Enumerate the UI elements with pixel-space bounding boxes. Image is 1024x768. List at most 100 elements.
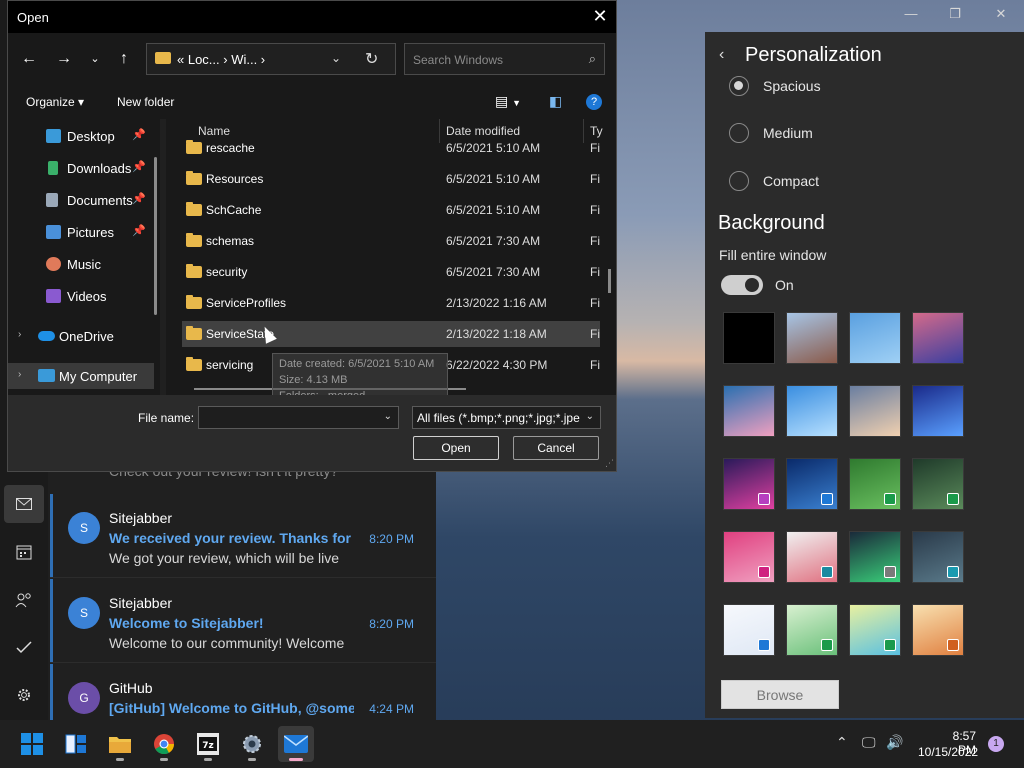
view-options-icon[interactable]: ▤ ▼ xyxy=(495,93,521,110)
mail-nav-todo[interactable] xyxy=(4,628,44,666)
background-tile[interactable] xyxy=(723,531,775,583)
background-tile[interactable] xyxy=(849,458,901,510)
volume-icon[interactable]: 🔊 xyxy=(886,734,903,751)
background-tile[interactable] xyxy=(723,385,775,437)
background-tile[interactable] xyxy=(786,312,838,364)
organize-button[interactable]: Organize ▾ xyxy=(26,95,84,109)
radio-button[interactable] xyxy=(729,171,749,191)
nav-item-desktop[interactable]: Desktop 📌 xyxy=(8,123,154,149)
cancel-button[interactable]: Cancel xyxy=(513,436,599,460)
background-tile[interactable] xyxy=(849,531,901,583)
mail-item[interactable]: S Sitejabber We received your review. Th… xyxy=(50,494,436,578)
resize-grip-icon[interactable]: ⋰ xyxy=(605,458,614,469)
radio-medium[interactable]: Medium xyxy=(729,121,813,145)
forward-arrow-icon[interactable]: → xyxy=(53,49,75,69)
background-tile[interactable] xyxy=(912,385,964,437)
chevron-down-icon[interactable]: ⌄ xyxy=(586,411,594,422)
background-tile[interactable] xyxy=(849,385,901,437)
background-tile[interactable] xyxy=(912,531,964,583)
file-explorer-button[interactable] xyxy=(102,726,138,762)
pin-icon[interactable]: 📌 xyxy=(132,160,146,173)
background-tile[interactable] xyxy=(849,312,901,364)
background-tile[interactable] xyxy=(786,604,838,656)
file-row[interactable]: rescache 6/5/2021 5:10 AM Fi xyxy=(182,135,600,161)
start-button[interactable] xyxy=(14,726,50,762)
chrome-button[interactable] xyxy=(146,726,182,762)
chevron-up-icon[interactable]: ⌃ xyxy=(836,734,848,751)
new-folder-button[interactable]: New folder xyxy=(117,95,174,109)
search-box[interactable]: ⌕ xyxy=(404,43,605,75)
close-button[interactable]: ✕ xyxy=(990,6,1012,26)
background-tile[interactable] xyxy=(786,385,838,437)
nav-pane-scrollbar[interactable] xyxy=(154,157,157,315)
background-tile[interactable] xyxy=(912,458,964,510)
fill-window-toggle[interactable] xyxy=(721,275,763,295)
file-row[interactable]: ServiceProfiles 2/13/2022 1:16 AM Fi xyxy=(182,290,600,316)
background-tile[interactable] xyxy=(723,312,775,364)
address-bar[interactable]: « Loc... › Wi... › ⌄ ↻ xyxy=(146,43,396,75)
7zip-button[interactable]: 7z xyxy=(190,726,226,762)
up-arrow-icon[interactable]: ↑ xyxy=(113,49,135,69)
file-list-scrollbar[interactable] xyxy=(608,269,611,293)
notification-badge[interactable]: 1 xyxy=(988,736,1004,752)
refresh-icon[interactable]: ↻ xyxy=(365,49,378,69)
radio-button[interactable] xyxy=(729,76,749,96)
nav-item-downloads[interactable]: Downloads 📌 xyxy=(8,155,154,181)
nav-item-onedrive[interactable]: › OneDrive xyxy=(8,323,154,349)
nav-item-videos[interactable]: Videos xyxy=(8,283,154,309)
file-row[interactable]: security 6/5/2021 7:30 AM Fi xyxy=(182,259,600,285)
browse-button[interactable]: Browse xyxy=(721,680,839,709)
nav-item-documents[interactable]: Documents 📌 xyxy=(8,187,154,213)
file-row[interactable]: schemas 6/5/2021 7:30 AM Fi xyxy=(182,228,600,254)
background-tile[interactable] xyxy=(912,312,964,364)
nav-item-music[interactable]: Music xyxy=(8,251,154,277)
close-icon[interactable]: ✕ xyxy=(588,5,612,29)
help-icon[interactable]: ? xyxy=(586,94,602,110)
pin-icon[interactable]: 📌 xyxy=(132,224,146,237)
background-tile[interactable] xyxy=(786,531,838,583)
pictures-icon xyxy=(46,225,61,239)
file-row[interactable]: Resources 6/5/2021 5:10 AM Fi xyxy=(182,166,600,192)
mail-nav-people[interactable] xyxy=(4,581,44,619)
pin-icon[interactable]: 📌 xyxy=(132,192,146,205)
background-tile[interactable] xyxy=(723,458,775,510)
minimize-button[interactable]: — xyxy=(900,6,922,26)
search-input[interactable] xyxy=(413,51,578,69)
widgets-button[interactable] xyxy=(58,726,94,762)
background-tile[interactable] xyxy=(849,604,901,656)
preview-pane-icon[interactable]: ◧ xyxy=(549,93,562,110)
chevron-down-icon[interactable]: ⌄ xyxy=(384,411,392,422)
clock-date[interactable]: 10/15/2022 xyxy=(918,745,978,759)
nav-item-pictures[interactable]: Pictures 📌 xyxy=(8,219,154,245)
mail-button[interactable] xyxy=(278,726,314,762)
file-name-combobox[interactable]: ⌄ xyxy=(198,406,399,429)
chevron-down-icon[interactable]: ⌄ xyxy=(331,51,341,65)
mail-nav-settings[interactable] xyxy=(4,676,44,714)
open-button[interactable]: Open xyxy=(413,436,499,460)
mail-item[interactable]: S Sitejabber Welcome to Sitejabber! 8:20… xyxy=(50,579,436,663)
radio-spacious[interactable]: Spacious xyxy=(729,74,821,98)
pin-icon[interactable]: 📌 xyxy=(132,128,146,141)
file-name-input[interactable] xyxy=(203,410,373,426)
settings-button[interactable] xyxy=(234,726,270,762)
mail-nav-calendar[interactable] xyxy=(4,533,44,571)
back-arrow-icon[interactable]: ← xyxy=(18,49,40,69)
recent-locations-chevron-icon[interactable]: ⌄ xyxy=(84,49,106,69)
maximize-button[interactable]: ❐ xyxy=(944,6,966,26)
file-row-hovered[interactable]: ServiceState 2/13/2022 1:18 AM Fi xyxy=(182,321,600,347)
file-row[interactable]: SchCache 6/5/2021 5:10 AM Fi xyxy=(182,197,600,223)
expand-chevron-icon[interactable]: › xyxy=(18,369,21,380)
background-tile[interactable] xyxy=(723,604,775,656)
back-arrow-icon[interactable]: ‹ xyxy=(719,46,724,64)
background-tile[interactable] xyxy=(786,458,838,510)
breadcrumb[interactable]: « Loc... › Wi... › xyxy=(177,52,265,67)
expand-chevron-icon[interactable]: › xyxy=(18,329,21,340)
file-type-filter-select[interactable]: All files (*.bmp;*.png;*.jpg;*.jpe ⌄ xyxy=(412,406,601,429)
radio-button[interactable] xyxy=(729,123,749,143)
radio-label: Compact xyxy=(763,173,820,189)
network-icon[interactable]: 🖵 xyxy=(862,734,876,751)
background-tile[interactable] xyxy=(912,604,964,656)
mail-nav-mail[interactable] xyxy=(4,485,44,523)
nav-item-my-computer[interactable]: › My Computer xyxy=(8,363,154,389)
radio-compact[interactable]: Compact xyxy=(729,169,819,193)
